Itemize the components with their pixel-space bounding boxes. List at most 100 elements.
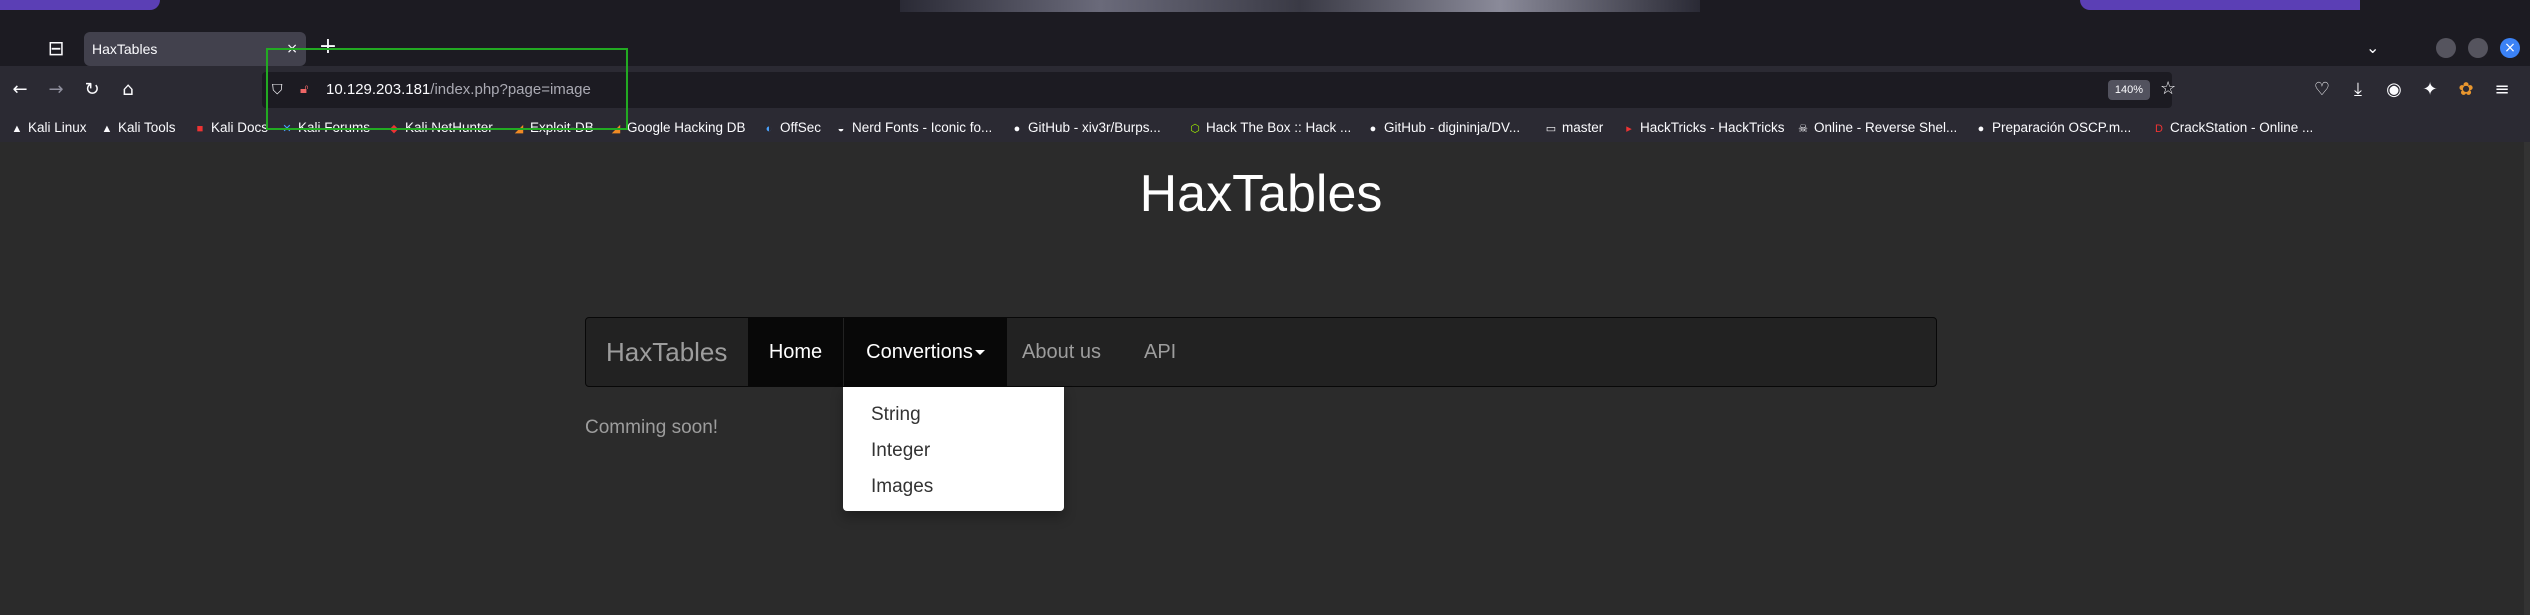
site-navbar: HaxTables Home Convertions About us API <box>585 317 1937 387</box>
bookmark-item[interactable]: ● GitHub - xiv3r/Burps... <box>1010 114 1161 142</box>
offsec-icon: ◐ <box>765 123 773 135</box>
bookmark-label: Kali Docs <box>211 120 269 135</box>
account-icon[interactable]: ◉ <box>2382 78 2406 102</box>
crackstation-icon: D <box>2155 123 2163 135</box>
reload-icon[interactable]: ↻ <box>80 78 104 102</box>
bookmark-label: Kali NetHunter <box>405 120 493 135</box>
window-close-button[interactable]: × <box>2500 38 2520 58</box>
extension-fox-icon[interactable]: ✿ <box>2454 78 2478 102</box>
bookmark-label: Nerd Fonts - Iconic fo... <box>852 120 993 135</box>
minimize-button[interactable] <box>2436 38 2456 58</box>
bookmark-label: CrackStation - Online ... <box>2170 120 2314 135</box>
bookmark-star-icon[interactable]: ☆ <box>2160 78 2176 99</box>
page-content: HaxTables HaxTables Home Convertions Abo… <box>0 142 2530 615</box>
wallpaper-accent <box>2080 0 2360 10</box>
status-message: Comming soon! <box>585 417 719 438</box>
bookmark-item[interactable]: ● GitHub - digininja/DV... <box>1366 114 1520 142</box>
back-arrow-icon[interactable]: ← <box>8 78 32 102</box>
kali-tools-icon: ▲ <box>101 123 113 135</box>
extensions-icon[interactable]: ✦ <box>2418 78 2442 102</box>
kali-icon: ▲ <box>11 123 23 135</box>
bookmark-label: Kali Forums <box>298 120 371 135</box>
bookmark-item[interactable]: ▭ master <box>1544 114 1603 142</box>
url-host: 10.129.203.181 <box>326 81 431 98</box>
bookmark-item[interactable]: ☠ Online - Reverse Shel... <box>1796 114 1957 142</box>
chevron-down-icon[interactable]: ⌄ <box>2366 36 2379 60</box>
dropdown-item-string[interactable]: String <box>871 397 921 433</box>
navbar-brand[interactable]: HaxTables <box>606 318 727 386</box>
bookmark-item[interactable]: ⬡ Hack The Box :: Hack ... <box>1188 114 1351 142</box>
address-bar[interactable]: ⛉ 🔓︎ 10.129.203.181/index.php?page=image <box>262 72 2172 108</box>
hacktricks-icon: ▸ <box>1626 123 1632 135</box>
exploitdb-icon: ◢ <box>514 123 524 135</box>
bookmark-item[interactable]: ● Preparación OSCP.m... <box>1974 114 2132 142</box>
zoom-level-button[interactable]: 140% <box>2108 80 2150 100</box>
kali-docs-icon: ■ <box>196 123 204 135</box>
bookmark-item[interactable]: ▲ Kali Tools <box>100 114 176 142</box>
nav-convertions[interactable]: Convertions <box>844 318 1007 386</box>
scrollbar[interactable] <box>2524 142 2530 615</box>
browser-tab[interactable]: HaxTables × <box>84 32 306 66</box>
tab-bar: ⊟ HaxTables × + ⌄ × <box>0 14 2530 66</box>
wallpaper-accent <box>900 0 1700 12</box>
nav-home[interactable]: Home <box>748 318 843 386</box>
bookmark-item[interactable]: ◢ Exploit-DB <box>512 114 594 142</box>
home-icon[interactable]: ⌂ <box>116 78 140 102</box>
nav-convertions-label: Convertions <box>866 341 973 363</box>
pocket-icon[interactable]: ♡ <box>2310 78 2334 102</box>
firefox-view-icon[interactable]: ⊟ <box>44 36 68 60</box>
bookmark-item[interactable]: ◢ Google Hacking DB <box>609 114 746 142</box>
bookmark-label: HackTricks - HackTricks <box>1640 120 1785 135</box>
github-icon: ● <box>1013 123 1021 135</box>
browser-toolbar: ← → ↻ ⌂ ⛉ 🔓︎ 10.129.203.181/index.php?pa… <box>0 66 2530 114</box>
bookmark-label: GitHub - xiv3r/Burps... <box>1028 120 1161 135</box>
downloads-icon[interactable]: ⤓ <box>2346 78 2370 102</box>
shield-icon[interactable]: ⛉ <box>272 72 283 108</box>
insecure-lock-icon[interactable]: 🔓︎ <box>300 72 308 108</box>
bookmark-item[interactable]: ◐ OffSec <box>762 114 821 142</box>
desktop-wallpaper-strip <box>0 0 2530 14</box>
bookmark-item[interactable]: D CrackStation - Online ... <box>2152 114 2313 142</box>
skull-icon: ☠ <box>1798 123 1808 135</box>
maximize-button[interactable] <box>2468 38 2488 58</box>
nav-about[interactable]: About us <box>1022 318 1101 386</box>
bookmark-label: Google Hacking DB <box>627 120 746 135</box>
bookmark-item[interactable]: ✕ Kali Forums <box>280 114 370 142</box>
nav-api[interactable]: API <box>1144 318 1176 386</box>
url-path: /index.php?page=image <box>430 81 591 98</box>
htb-icon: ⬡ <box>1190 123 1200 135</box>
folder-icon: ▭ <box>1545 123 1557 135</box>
tab-title: HaxTables <box>92 41 158 57</box>
ghdb-icon: ◢ <box>611 123 621 135</box>
bookmark-label: Hack The Box :: Hack ... <box>1206 120 1352 135</box>
bookmark-label: GitHub - digininja/DV... <box>1384 120 1521 135</box>
bookmark-item[interactable]: ◆ Kali NetHunter <box>387 114 493 142</box>
url-text[interactable]: 10.129.203.181/index.php?page=image <box>326 72 591 108</box>
new-tab-button[interactable]: + <box>316 36 340 60</box>
bookmark-item[interactable]: ■ Kali Docs <box>193 114 268 142</box>
nerdfonts-icon: ◒ <box>837 123 845 135</box>
caret-down-icon <box>974 350 985 356</box>
bookmark-item[interactable]: ◒ Nerd Fonts - Iconic fo... <box>834 114 993 142</box>
forward-arrow-icon[interactable]: → <box>44 78 68 102</box>
bookmark-item[interactable]: ▲ Kali Linux <box>10 114 87 142</box>
github-icon: ● <box>1977 123 1985 135</box>
bookmark-item[interactable]: ▸ HackTricks - HackTricks <box>1622 114 1785 142</box>
dropdown-item-integer[interactable]: Integer <box>871 433 930 469</box>
bookmark-label: Preparación OSCP.m... <box>1992 120 2132 135</box>
bookmarks-toolbar: ▲ Kali Linux ▲ Kali Tools ■ Kali Docs ✕ Kali… <box>0 114 2530 142</box>
bookmark-label: Kali Linux <box>28 120 87 135</box>
bookmark-label: Online - Reverse Shel... <box>1814 120 1958 135</box>
close-icon[interactable]: × <box>286 32 298 66</box>
bookmark-label: OffSec <box>780 120 822 135</box>
bookmark-label: Exploit-DB <box>530 120 594 135</box>
dropdown-item-images[interactable]: Images <box>871 469 933 505</box>
page-title: HaxTables <box>1139 165 1383 223</box>
wallpaper-accent <box>0 0 160 10</box>
convertions-dropdown-menu: String Integer Images <box>843 387 1064 511</box>
kali-forums-icon: ✕ <box>282 123 292 135</box>
nethunter-icon: ◆ <box>389 123 399 135</box>
bookmark-label: Kali Tools <box>118 120 176 135</box>
menu-icon[interactable]: ≡ <box>2490 78 2514 102</box>
bookmark-label: master <box>1562 120 1604 135</box>
